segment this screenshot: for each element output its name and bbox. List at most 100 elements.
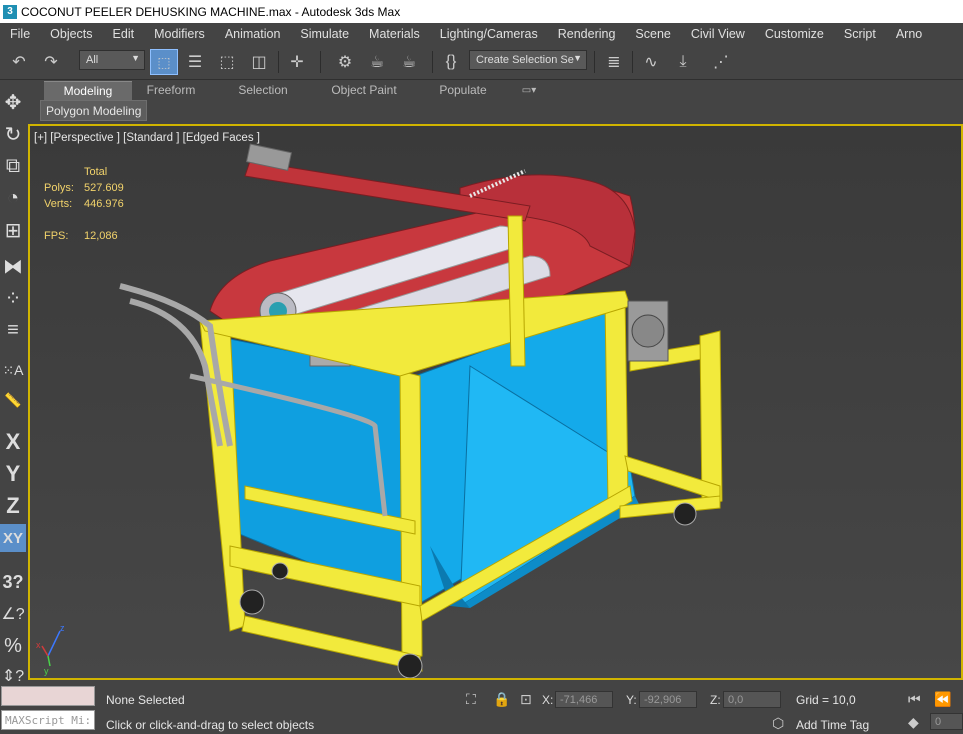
ribbon-options-button[interactable]: ▭▾	[514, 81, 544, 99]
braces-icon: {}	[445, 53, 457, 70]
maxscript-listener-output[interactable]	[1, 686, 95, 706]
viewport-scene[interactable]: z x y	[30, 126, 961, 678]
menu-edit[interactable]: Edit	[103, 27, 145, 41]
teapot-gear-icon: ⚙	[337, 54, 353, 71]
array-tool-button[interactable]: ⁘	[0, 284, 26, 312]
rotate-tool-button[interactable]: ↻	[0, 120, 26, 148]
move-tool-button[interactable]: ✥	[0, 88, 26, 116]
align-tool-button[interactable]: ≡	[0, 316, 26, 344]
toolbar-separator	[632, 51, 633, 73]
prompt-line: Click or click-and-drag to select object…	[106, 718, 315, 732]
undo-button[interactable]: ↶	[6, 49, 32, 75]
align-icon: ≡	[7, 318, 19, 341]
menu-animation[interactable]: Animation	[215, 27, 291, 41]
layers-icon: ≣	[607, 54, 621, 71]
snap-tool-button[interactable]: ⊞	[0, 216, 26, 244]
fps-value: 12,086	[84, 230, 118, 242]
time-tag-icon[interactable]: ⬡	[772, 715, 784, 732]
polygon-modeling-button[interactable]: Polygon Modeling	[40, 100, 148, 121]
axis-z-button[interactable]: Z	[0, 492, 26, 520]
ribbon: Modeling Freeform Selection Object Paint…	[32, 80, 963, 100]
grid-spacing: Grid = 10,0	[796, 693, 856, 707]
axis-xy-button[interactable]: XY	[0, 524, 26, 552]
menu-bar: File Objects Edit Modifiers Animation Si…	[0, 23, 963, 46]
selection-status: None Selected	[106, 693, 185, 707]
dope-sheet-button[interactable]: ⤓	[670, 49, 696, 75]
menu-script[interactable]: Script	[834, 27, 886, 41]
edit-named-selection-button[interactable]: {}	[438, 49, 464, 75]
axis-y-button[interactable]: Y	[0, 460, 26, 488]
measure-tool-button[interactable]: 📏	[0, 386, 26, 414]
lock-selection-icon[interactable]: 🔒	[493, 691, 510, 708]
tab-populate[interactable]: Populate	[428, 81, 498, 99]
stats-header: Total	[84, 166, 108, 178]
undo-icon: ↶	[12, 54, 26, 71]
menu-modifiers[interactable]: Modifiers	[144, 27, 215, 41]
move-button[interactable]: ✛	[284, 49, 310, 75]
current-frame-field[interactable]: 0	[930, 713, 963, 730]
snap-3d-button[interactable]: 3?	[0, 568, 26, 596]
angle-snap-button[interactable]: ∠?	[0, 600, 26, 628]
menu-arnold[interactable]: Arno	[886, 27, 932, 41]
polys-value: 527.609	[84, 182, 124, 194]
add-time-tag-button[interactable]: Add Time Tag	[796, 718, 869, 732]
tab-modeling[interactable]: Modeling	[44, 81, 132, 100]
axis-y-label: y	[44, 666, 49, 676]
select-object-button[interactable]: ⬚	[150, 49, 178, 75]
z-coord-field[interactable]: 0,0	[723, 691, 781, 708]
tab-object-paint[interactable]: Object Paint	[324, 81, 404, 99]
tab-selection[interactable]: Selection	[228, 81, 298, 99]
axis-x-button[interactable]: X	[0, 428, 26, 456]
selection-filter-dropdown[interactable]: All ▼	[79, 50, 145, 70]
chevron-down-icon: ▼	[573, 53, 582, 63]
previous-frame-icon[interactable]: ⏪	[934, 691, 951, 708]
viewport-label[interactable]: [+] [Perspective ] [Standard ] [Edged Fa…	[34, 132, 260, 144]
select-and-link-button[interactable]: ⚙	[332, 49, 358, 75]
window-crossing-button[interactable]: ◫	[246, 49, 272, 75]
isolate-selection-icon[interactable]: ⛶	[466, 691, 476, 708]
placement-icon: ◔	[6, 186, 20, 209]
menu-customize[interactable]: Customize	[755, 27, 834, 41]
text-tool-button[interactable]: ⁙A	[0, 356, 26, 384]
ribbon-panel-bar: Polygon Modeling	[32, 100, 963, 121]
render-button[interactable]: ☕	[396, 49, 422, 75]
layer-explorer-button[interactable]: ≣	[601, 49, 627, 75]
placement-tool-button[interactable]: ◔	[0, 184, 26, 212]
tab-freeform[interactable]: Freeform	[136, 81, 206, 99]
menu-file[interactable]: File	[0, 27, 40, 41]
snap-3d-icon: 3?	[2, 571, 24, 592]
menu-civil-view[interactable]: Civil View	[681, 27, 755, 41]
go-to-start-icon[interactable]: ⏮	[908, 691, 921, 708]
menu-scene[interactable]: Scene	[625, 27, 680, 41]
menu-materials[interactable]: Materials	[359, 27, 430, 41]
perspective-viewport[interactable]: z x y [+] [Perspective ] [Standard ] [Ed…	[28, 124, 963, 680]
schematic-view-button[interactable]: ⋰	[708, 49, 734, 75]
teapot-render-icon: ☕	[401, 54, 417, 71]
x-coord-field[interactable]: -71,466	[555, 691, 613, 708]
menu-simulate[interactable]: Simulate	[290, 27, 359, 41]
main-toolbar: ↶ ↷ All ▼ ⬚ ☰ ⬚ ◫ ✛ ⚙ ☕ ☕ {} Create Selec…	[0, 45, 963, 80]
key-mode-icon[interactable]: ◆	[908, 714, 919, 731]
render-setup-button[interactable]: ☕	[364, 49, 390, 75]
absolute-mode-icon[interactable]: ⊡	[520, 691, 532, 708]
text-grid-icon: ⁙A	[2, 361, 24, 378]
curve-editor-button[interactable]: ∿	[638, 49, 664, 75]
menu-lighting-cameras[interactable]: Lighting/Cameras	[430, 27, 548, 41]
mirror-icon: ⧓	[3, 255, 23, 278]
selection-set-value: Create Selection Se	[476, 54, 574, 66]
select-by-name-button[interactable]: ☰	[182, 49, 208, 75]
scale-tool-button[interactable]: ⧉	[0, 152, 26, 180]
menu-rendering[interactable]: Rendering	[548, 27, 626, 41]
percent-snap-button[interactable]: %	[0, 632, 26, 660]
window-titlebar: 3 COCONUT PEELER DEHUSKING MACHINE.max -…	[0, 0, 963, 23]
scene-statistics: Total Polys: 527.609 Verts: 446.976 FPS: 12…	[44, 164, 124, 244]
redo-button[interactable]: ↷	[38, 49, 64, 75]
gear-motor	[627, 300, 669, 362]
create-selection-set-dropdown[interactable]: Create Selection Se ▼	[469, 50, 587, 70]
crossing-icon: ◫	[251, 54, 267, 71]
selection-region-button[interactable]: ⬚	[214, 49, 240, 75]
maxscript-mini-listener[interactable]: MAXScript Mi:	[1, 710, 95, 730]
mirror-tool-button[interactable]: ⧓	[0, 252, 26, 280]
y-coord-field[interactable]: -92,906	[639, 691, 697, 708]
menu-objects[interactable]: Objects	[40, 27, 102, 41]
